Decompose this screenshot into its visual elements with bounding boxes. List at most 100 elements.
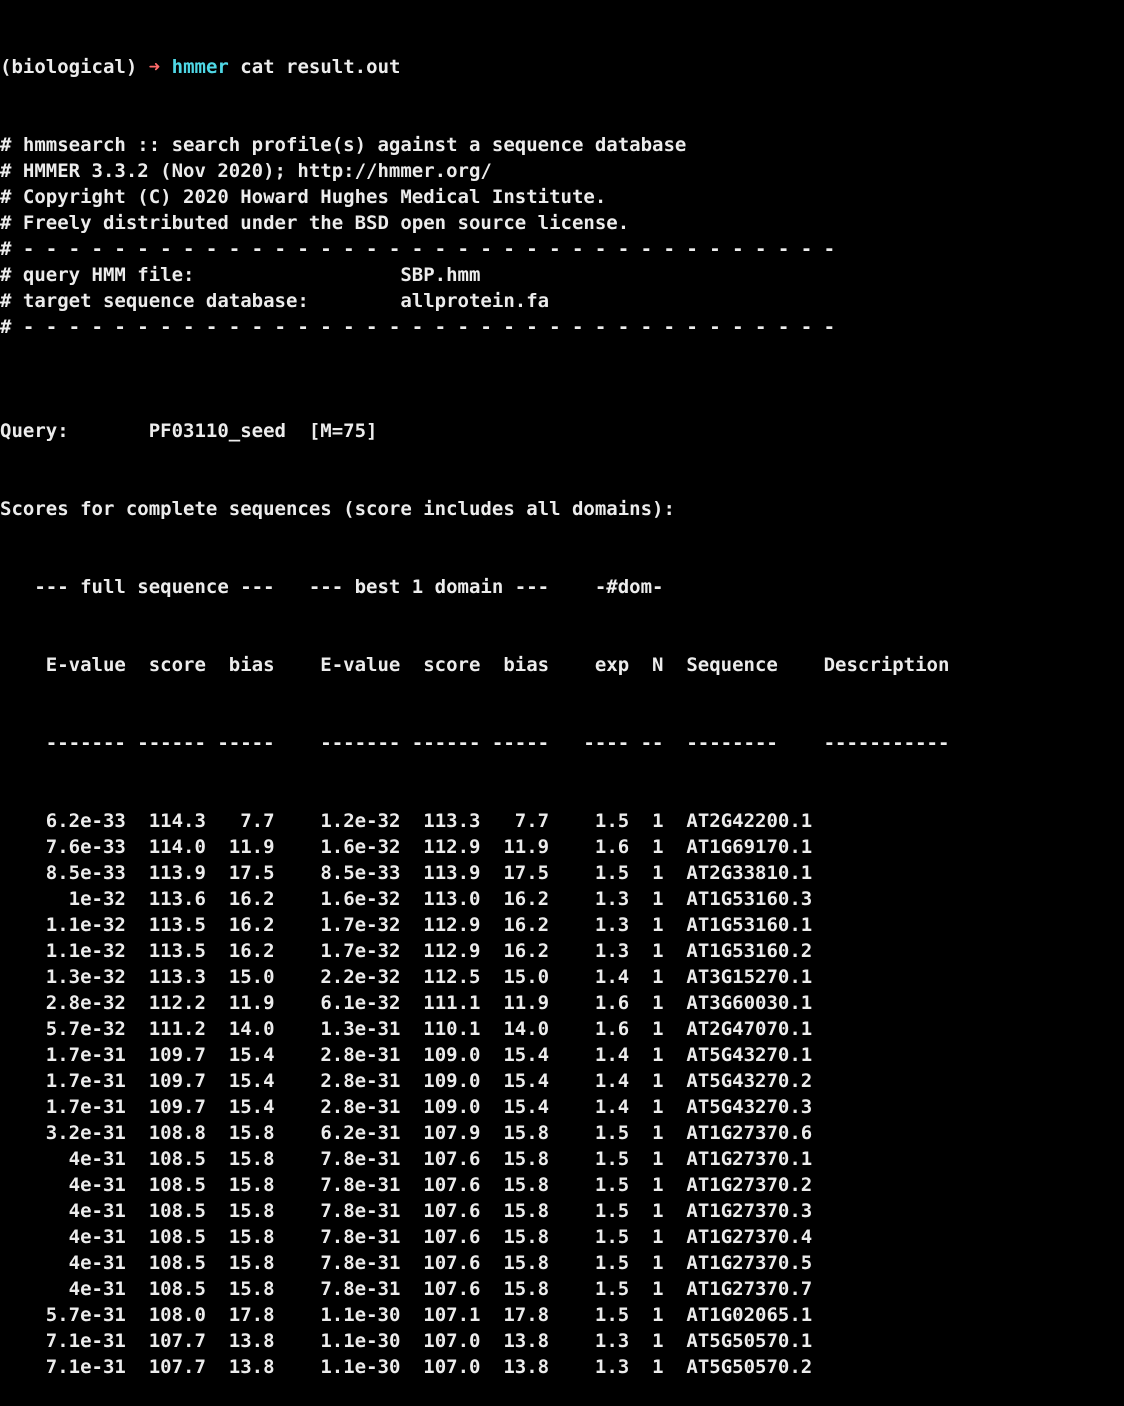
cell-bias-full: 15.8 xyxy=(205,1174,275,1196)
cell-exp: 1.3 xyxy=(549,1356,630,1378)
cell-score-dom: 107.6 xyxy=(400,1278,481,1300)
table-row: 3.2e-31 108.8 15.8 6.2e-31 107.9 15.8 1.… xyxy=(0,1120,1124,1146)
cell-e-dom: 1.1e-30 xyxy=(274,1356,401,1378)
cell-score-dom: 107.6 xyxy=(400,1174,481,1196)
cell-sequence: AT1G02065.1 xyxy=(686,1304,813,1326)
table-row: 5.7e-31 108.0 17.8 1.1e-30 107.1 17.8 1.… xyxy=(0,1302,1124,1328)
cell-e-dom: 7.8e-31 xyxy=(274,1148,401,1170)
cell-exp: 1.5 xyxy=(549,810,630,832)
header-line: # - - - - - - - - - - - - - - - - - - - … xyxy=(0,316,836,338)
cell-exp: 1.4 xyxy=(549,966,630,988)
terminal-output[interactable]: (biological) ➜ hmmer cat result.out # hm… xyxy=(0,2,1124,1406)
cell-bias-full: 13.8 xyxy=(205,1330,275,1352)
cell-e-full: 4e-31 xyxy=(0,1226,126,1248)
query-line: Query: PF03110_seed [M=75] xyxy=(0,420,378,442)
cell-score-full: 107.7 xyxy=(125,1356,206,1378)
cell-exp: 1.3 xyxy=(549,940,630,962)
cell-bias-dom: 15.4 xyxy=(480,1044,550,1066)
cell-bias-full: 15.8 xyxy=(205,1122,275,1144)
cell-score-full: 108.5 xyxy=(125,1148,206,1170)
cell-bias-full: 15.8 xyxy=(205,1278,275,1300)
cell-score-full: 107.7 xyxy=(125,1330,206,1352)
cell-e-full: 2.8e-32 xyxy=(0,992,126,1014)
cell-score-full: 112.2 xyxy=(125,992,206,1014)
current-directory: hmmer xyxy=(171,56,229,78)
group-header: --- full sequence --- --- best 1 domain … xyxy=(0,576,664,598)
cell-e-dom: 1.7e-32 xyxy=(274,914,401,936)
cell-bias-dom: 15.8 xyxy=(480,1148,550,1170)
table-row: 1.7e-31 109.7 15.4 2.8e-31 109.0 15.4 1.… xyxy=(0,1094,1124,1120)
cell-exp: 1.5 xyxy=(549,1304,630,1326)
cell-bias-dom: 14.0 xyxy=(480,1018,550,1040)
cell-score-dom: 112.9 xyxy=(400,940,481,962)
cell-exp: 1.4 xyxy=(549,1044,630,1066)
cell-score-dom: 109.0 xyxy=(400,1096,481,1118)
cell-e-full: 1.7e-31 xyxy=(0,1070,126,1092)
cell-sequence: AT1G27370.6 xyxy=(686,1122,813,1144)
cell-sequence: AT5G50570.2 xyxy=(686,1356,813,1378)
cell-exp: 1.5 xyxy=(549,1148,630,1170)
cell-bias-dom: 15.8 xyxy=(480,1226,550,1248)
cell-bias-dom: 17.5 xyxy=(480,862,550,884)
header-line: # hmmsearch :: search profile(s) against… xyxy=(0,134,687,156)
prompt-line: (biological) ➜ hmmer cat result.out xyxy=(0,54,1124,80)
cell-bias-full: 17.8 xyxy=(205,1304,275,1326)
cell-exp: 1.6 xyxy=(549,836,630,858)
cell-e-full: 4e-31 xyxy=(0,1148,126,1170)
cell-sequence: AT1G69170.1 xyxy=(686,836,813,858)
cell-sequence: AT5G43270.1 xyxy=(686,1044,813,1066)
cell-exp: 1.5 xyxy=(549,1174,630,1196)
cell-exp: 1.5 xyxy=(549,1278,630,1300)
cell-score-dom: 107.6 xyxy=(400,1226,481,1248)
scores-title: Scores for complete sequences (score inc… xyxy=(0,498,675,520)
cell-bias-dom: 16.2 xyxy=(480,888,550,910)
table-row: 1.7e-31 109.7 15.4 2.8e-31 109.0 15.4 1.… xyxy=(0,1068,1124,1094)
cell-bias-full: 16.2 xyxy=(205,914,275,936)
cell-score-full: 114.0 xyxy=(125,836,206,858)
results-table: 6.2e-33 114.3 7.7 1.2e-32 113.3 7.7 1.5 … xyxy=(0,808,1124,1380)
cell-bias-dom: 13.8 xyxy=(480,1330,550,1352)
cell-bias-dom: 7.7 xyxy=(480,810,550,832)
cell-sequence: AT5G50570.1 xyxy=(686,1330,813,1352)
cell-bias-dom: 15.8 xyxy=(480,1122,550,1144)
cell-bias-full: 7.7 xyxy=(205,810,275,832)
cell-e-dom: 7.8e-31 xyxy=(274,1174,401,1196)
cell-exp: 1.4 xyxy=(549,1070,630,1092)
cell-n: 1 xyxy=(629,1200,664,1222)
cell-exp: 1.3 xyxy=(549,888,630,910)
cell-e-full: 4e-31 xyxy=(0,1252,126,1274)
cell-n: 1 xyxy=(629,1096,664,1118)
cell-bias-full: 17.5 xyxy=(205,862,275,884)
cell-e-dom: 2.8e-31 xyxy=(274,1096,401,1118)
cell-n: 1 xyxy=(629,810,664,832)
table-row: 4e-31 108.5 15.8 7.8e-31 107.6 15.8 1.5 … xyxy=(0,1224,1124,1250)
cell-score-full: 108.5 xyxy=(125,1226,206,1248)
cell-bias-full: 11.9 xyxy=(205,836,275,858)
cell-score-full: 113.6 xyxy=(125,888,206,910)
cell-score-full: 108.5 xyxy=(125,1174,206,1196)
cell-e-dom: 1.6e-32 xyxy=(274,888,401,910)
table-row: 1.7e-31 109.7 15.4 2.8e-31 109.0 15.4 1.… xyxy=(0,1042,1124,1068)
table-row: 1.3e-32 113.3 15.0 2.2e-32 112.5 15.0 1.… xyxy=(0,964,1124,990)
cell-e-dom: 6.2e-31 xyxy=(274,1122,401,1144)
cell-n: 1 xyxy=(629,940,664,962)
cell-n: 1 xyxy=(629,1278,664,1300)
cell-score-dom: 110.1 xyxy=(400,1018,481,1040)
cell-bias-full: 15.8 xyxy=(205,1226,275,1248)
cell-score-dom: 112.5 xyxy=(400,966,481,988)
cell-e-dom: 7.8e-31 xyxy=(274,1252,401,1274)
cell-exp: 1.6 xyxy=(549,992,630,1014)
column-rule: ------- ------ ----- ------- ------ ----… xyxy=(0,732,950,754)
cell-sequence: AT1G53160.1 xyxy=(686,914,813,936)
cell-score-dom: 113.0 xyxy=(400,888,481,910)
cell-bias-full: 14.0 xyxy=(205,1018,275,1040)
cell-bias-dom: 15.8 xyxy=(480,1252,550,1274)
cell-e-dom: 1.7e-32 xyxy=(274,940,401,962)
cell-score-dom: 107.6 xyxy=(400,1148,481,1170)
table-row: 7.1e-31 107.7 13.8 1.1e-30 107.0 13.8 1.… xyxy=(0,1354,1124,1380)
cell-e-dom: 7.8e-31 xyxy=(274,1278,401,1300)
cell-exp: 1.3 xyxy=(549,1330,630,1352)
cell-e-dom: 7.8e-31 xyxy=(274,1226,401,1248)
cell-e-dom: 1.1e-30 xyxy=(274,1330,401,1352)
prompt-arrow-icon: ➜ xyxy=(148,56,161,78)
